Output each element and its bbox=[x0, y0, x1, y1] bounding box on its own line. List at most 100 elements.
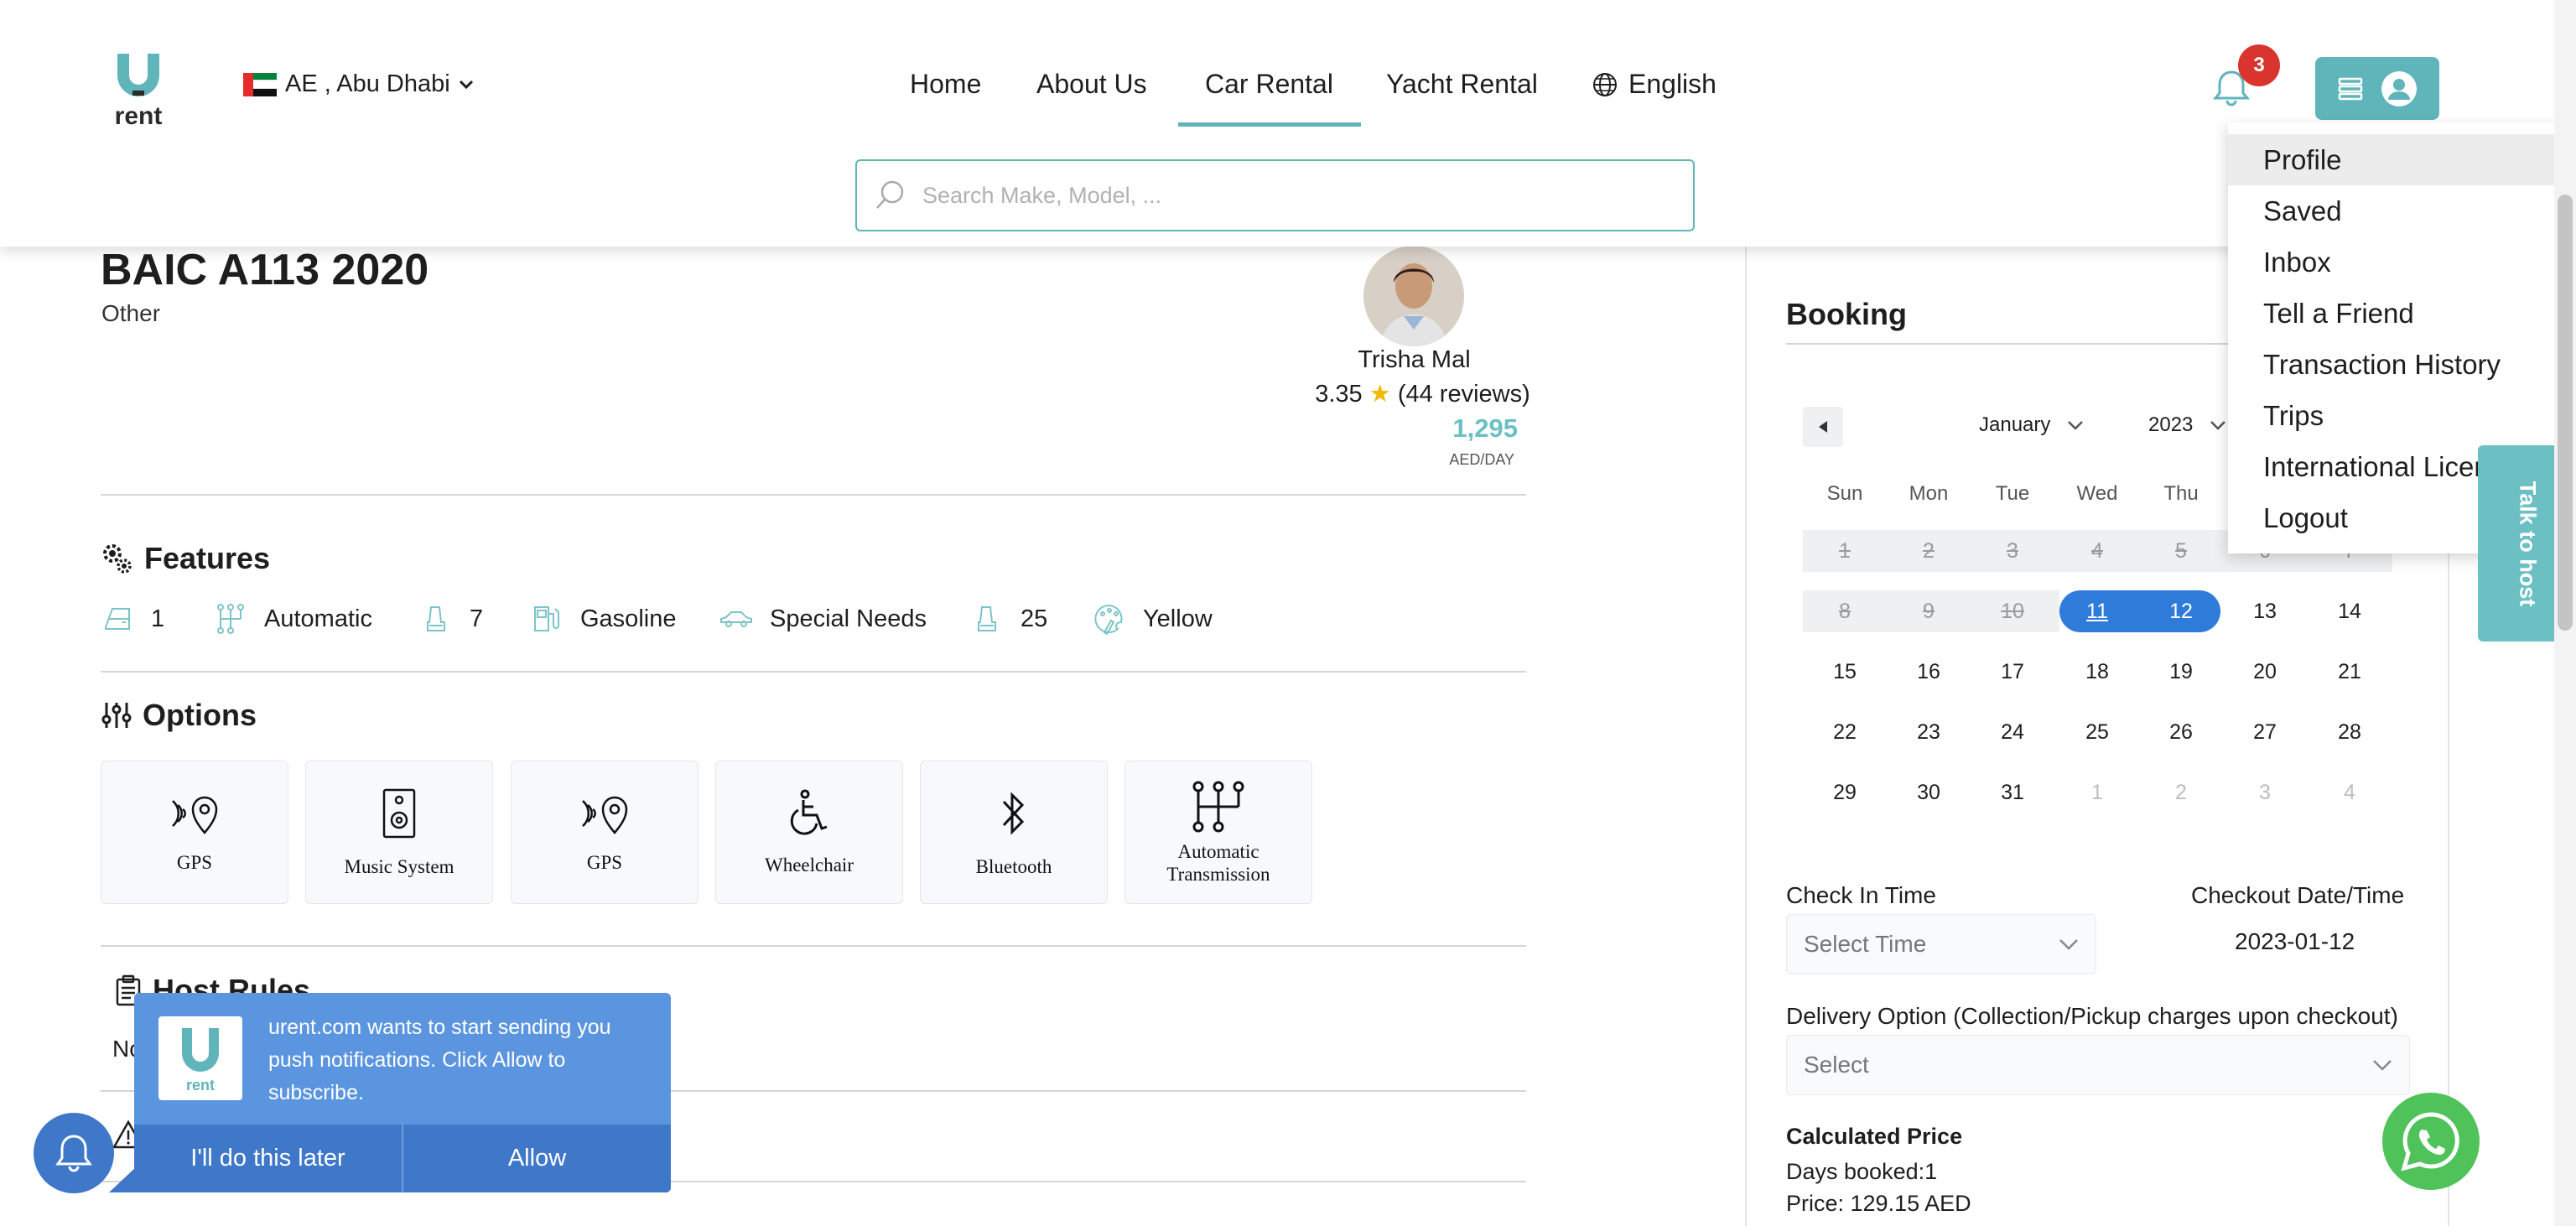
feature-type: Special Needs bbox=[719, 602, 927, 636]
option-gps: GPS bbox=[511, 761, 699, 904]
option-label: Music System bbox=[344, 856, 454, 877]
push-allow-button[interactable]: Allow bbox=[402, 1125, 671, 1192]
page-scrollbar-thumb[interactable] bbox=[2558, 195, 2573, 631]
calendar-day[interactable]: 1 bbox=[2055, 771, 2139, 813]
nav-yacht-rental[interactable]: Yacht Rental bbox=[1386, 69, 1538, 100]
bell-icon bbox=[55, 1135, 92, 1172]
calendar-day: 4 bbox=[2091, 538, 2103, 563]
host-price-unit: AED/DAY bbox=[1449, 451, 1514, 468]
host-avatar[interactable] bbox=[1363, 246, 1464, 346]
transmission-icon bbox=[217, 604, 244, 634]
delivery-option-select[interactable]: Select bbox=[1786, 1035, 2410, 1095]
fuel-icon bbox=[534, 606, 559, 631]
menu-item-trips[interactable]: Trips bbox=[2228, 390, 2576, 441]
menu-item-inbox[interactable]: Inbox bbox=[2228, 236, 2576, 288]
calendar-day[interactable]: 4 bbox=[2308, 771, 2392, 813]
option-label: Bluetooth bbox=[975, 856, 1052, 877]
calendar-day[interactable]: 17 bbox=[1971, 651, 2054, 693]
calendar-day[interactable]: 28 bbox=[2308, 711, 2392, 753]
push-later-button[interactable]: I'll do this later bbox=[134, 1125, 402, 1192]
chevron-down-icon bbox=[459, 80, 473, 89]
notification-badge: 3 bbox=[2238, 44, 2280, 86]
option-music-system: Music System bbox=[305, 761, 493, 904]
transmission-icon bbox=[1192, 781, 1244, 832]
divider bbox=[101, 494, 1526, 496]
search-input[interactable] bbox=[922, 182, 1677, 209]
calendar-day: 8 bbox=[1839, 599, 1851, 623]
host-name[interactable]: Trisha Mal bbox=[1275, 346, 1554, 374]
calendar-day[interactable]: 23 bbox=[1887, 711, 1971, 753]
language-selector[interactable]: English bbox=[1592, 69, 1716, 100]
calendar-prev-button[interactable] bbox=[1803, 407, 1843, 447]
calendar-day: 3 bbox=[2007, 538, 2018, 563]
host-price: 1,295 bbox=[1452, 413, 1518, 443]
paint-icon bbox=[1094, 604, 1123, 636]
calendar-day[interactable]: 25 bbox=[2055, 711, 2139, 753]
delivery-option-value: Select bbox=[1804, 1052, 1869, 1078]
location-selector[interactable]: AE , Abu Dhabi bbox=[243, 70, 474, 98]
feature-value: 7 bbox=[470, 605, 484, 632]
calendar-day[interactable]: 16 bbox=[1887, 651, 1971, 693]
calculated-price-title: Calculated Price bbox=[1786, 1124, 1963, 1149]
calendar-day[interactable]: 27 bbox=[2223, 711, 2307, 753]
calendar-day[interactable]: 31 bbox=[1971, 771, 2054, 813]
menu-item-profile[interactable]: Profile bbox=[2228, 134, 2576, 185]
push-subscribe-bell-button[interactable] bbox=[34, 1113, 114, 1193]
calendar-day[interactable]: 30 bbox=[1887, 771, 1971, 813]
calendar-day[interactable]: 13 bbox=[2223, 590, 2307, 632]
check-in-time-value: Select Time bbox=[1804, 931, 1927, 957]
feature-value: 1 bbox=[151, 605, 165, 632]
feature-seats: 7 bbox=[419, 602, 483, 636]
year-select[interactable]: 2023 bbox=[2148, 413, 2226, 437]
booking-divider bbox=[1786, 343, 2239, 345]
calendar-day[interactable]: 29 bbox=[1803, 771, 1887, 813]
gps-icon bbox=[582, 796, 628, 834]
host-rating-value: 3.35 bbox=[1315, 381, 1363, 408]
feature-value: Automatic bbox=[264, 605, 372, 632]
calendar-day-selected[interactable]: 12 bbox=[2139, 590, 2223, 632]
urent-logo: rent bbox=[158, 1016, 242, 1100]
calendar-day[interactable]: 3 bbox=[2223, 771, 2307, 813]
bluetooth-icon bbox=[1002, 792, 1025, 835]
calendar-day[interactable]: 15 bbox=[1803, 651, 1887, 693]
delivery-label: Delivery Option (Collection/Pickup charg… bbox=[1786, 1003, 2398, 1029]
whatsapp-button[interactable] bbox=[2382, 1093, 2480, 1190]
calendar-day[interactable]: 21 bbox=[2308, 651, 2392, 693]
calendar-day-selected[interactable]: 11 bbox=[2055, 590, 2139, 632]
menu-item-transaction-history[interactable]: Transaction History bbox=[2228, 339, 2576, 390]
gears-icon bbox=[103, 544, 132, 574]
nav-home[interactable]: Home bbox=[910, 69, 981, 100]
calendar-day[interactable]: 20 bbox=[2223, 651, 2307, 693]
calendar-day[interactable]: 19 bbox=[2139, 651, 2223, 693]
calendar-day[interactable]: 18 bbox=[2055, 651, 2139, 693]
chevron-down-icon bbox=[2373, 1060, 2392, 1071]
calendar-day[interactable]: 24 bbox=[1971, 711, 2054, 753]
urent-logo[interactable]: rent bbox=[101, 50, 176, 130]
option-gps: GPS bbox=[101, 761, 288, 904]
calendar-day: 1 bbox=[1839, 538, 1851, 563]
check-in-time-select[interactable]: Select Time bbox=[1786, 914, 2096, 974]
host-review-count[interactable]: (44 reviews) bbox=[1398, 381, 1530, 408]
month-select[interactable]: January bbox=[1979, 413, 2084, 437]
calendar-day[interactable]: 26 bbox=[2139, 711, 2223, 753]
chevron-down-icon bbox=[2059, 939, 2078, 950]
calendar-day[interactable]: 14 bbox=[2308, 590, 2392, 632]
svg-text:rent: rent bbox=[186, 1077, 215, 1094]
search-bar[interactable] bbox=[855, 159, 1695, 231]
star-icon: ★ bbox=[1368, 381, 1391, 408]
menu-item-saved[interactable]: Saved bbox=[2228, 185, 2576, 236]
door-icon bbox=[105, 608, 130, 630]
features-heading: Features bbox=[101, 541, 270, 576]
nav-about-us[interactable]: About Us bbox=[1036, 69, 1147, 100]
wheelchair-icon bbox=[790, 789, 828, 835]
nav-car-rental[interactable]: Car Rental bbox=[1205, 69, 1333, 100]
calendar-day[interactable]: 2 bbox=[2139, 771, 2223, 813]
menu-item-tell-a-friend[interactable]: Tell a Friend bbox=[2228, 288, 2576, 339]
user-menu-button[interactable] bbox=[2315, 57, 2439, 120]
calendar-day[interactable]: 22 bbox=[1803, 711, 1887, 753]
checkout-value: 2023-01-12 bbox=[2235, 928, 2355, 954]
feature-fuel: Gasoline bbox=[530, 602, 676, 636]
feature-value: Special Needs bbox=[770, 605, 927, 632]
days-booked: Days booked:1 bbox=[1786, 1159, 1938, 1184]
seat-icon bbox=[978, 606, 996, 631]
